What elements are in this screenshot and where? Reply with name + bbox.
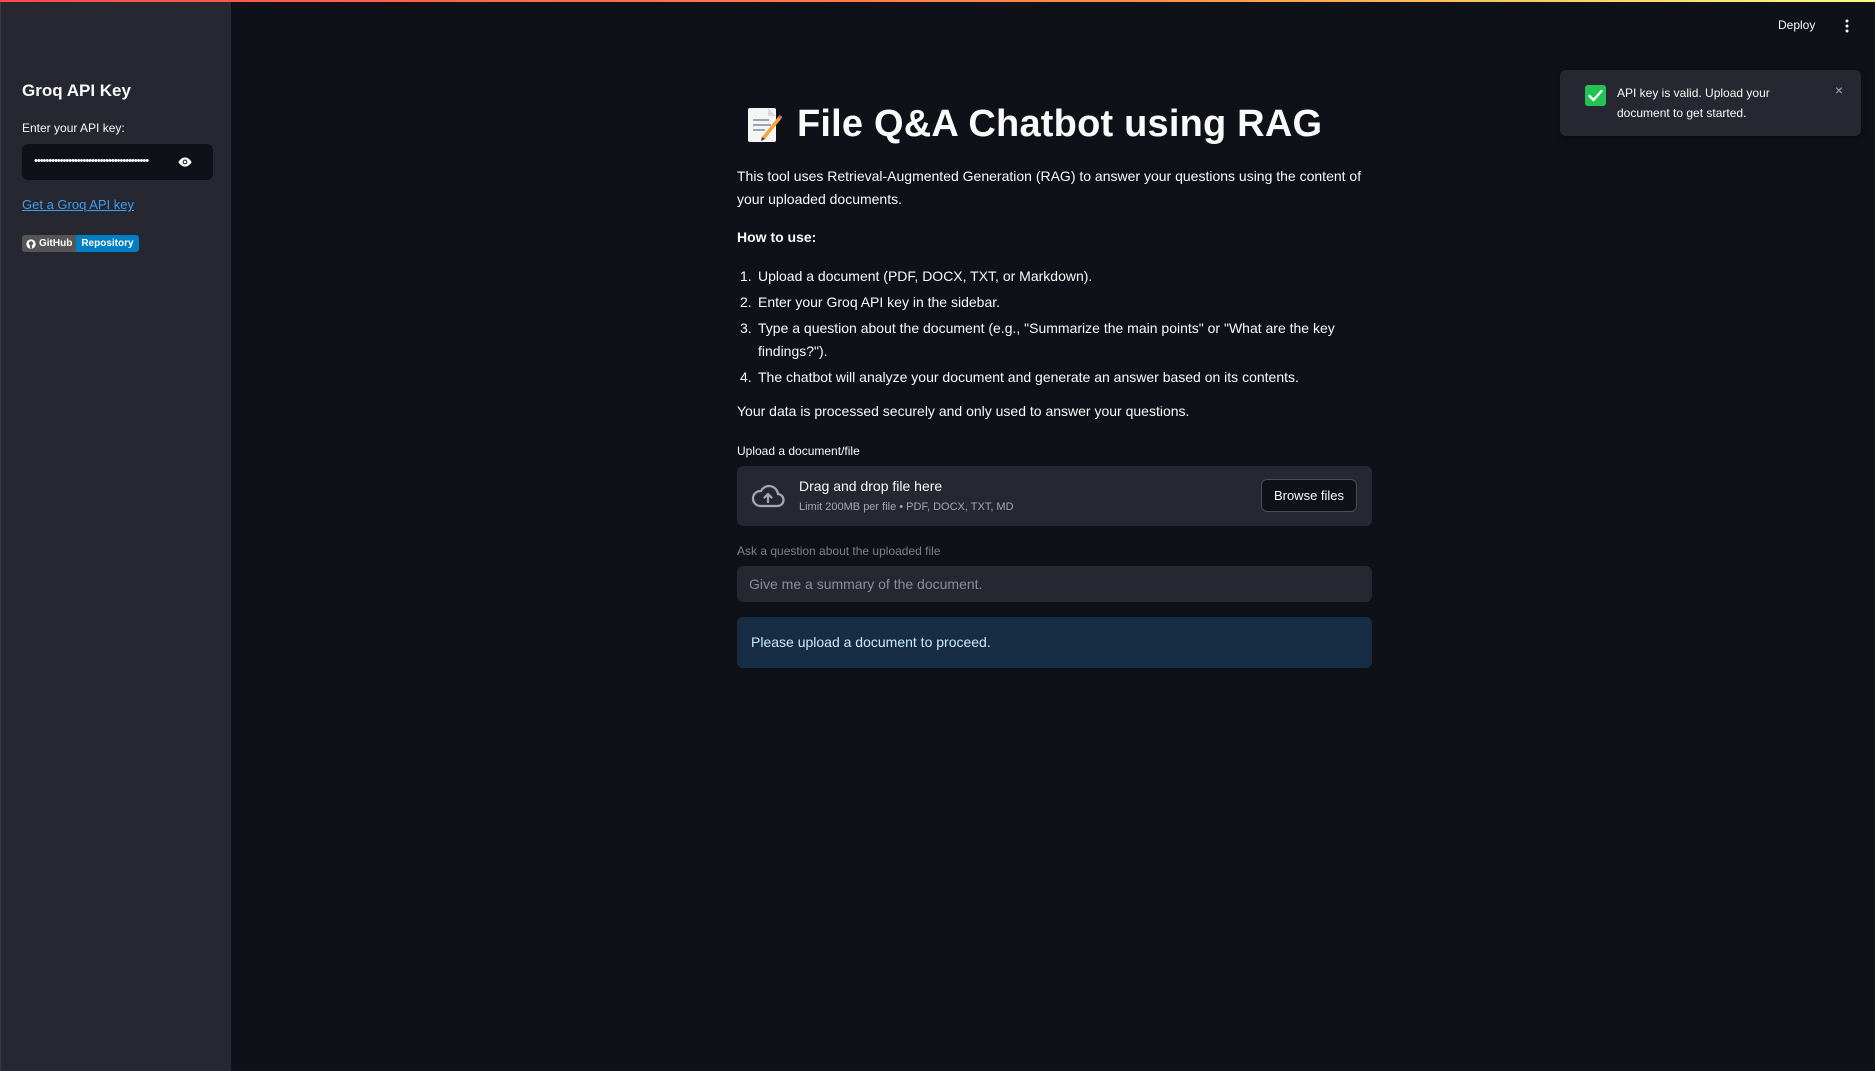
dropzone-title: Drag and drop file here: [799, 478, 943, 494]
api-key-value[interactable]: ••••••••••••••••••••••••••••••••••••••••: [34, 155, 180, 167]
list-item: 3. Type a question about the document (e…: [737, 317, 1357, 363]
success-toast: API key is valid. Upload your document t…: [1560, 70, 1861, 136]
github-repository-badge[interactable]: GitHub Repository: [22, 235, 139, 252]
info-alert: Please upload a document to proceed.: [737, 617, 1372, 668]
info-message: Please upload a document to proceed.: [751, 634, 991, 650]
page-title-row: File Q&A Chatbot using RAG: [745, 103, 1322, 146]
github-icon: [26, 238, 36, 249]
eye-icon[interactable]: [177, 154, 193, 170]
memo-icon: [748, 107, 783, 142]
list-number: 3.: [740, 320, 752, 336]
steps-list: 1. Upload a document (PDF, DOCX, TXT, or…: [737, 265, 1357, 392]
dropzone-subtitle: Limit 200MB per file • PDF, DOCX, TXT, M…: [799, 501, 1014, 513]
top-accent-bar: [0, 0, 1875, 2]
sidebar: Groq API Key Enter your API key: •••••••…: [0, 0, 231, 1071]
api-key-input[interactable]: ••••••••••••••••••••••••••••••••••••••••: [22, 144, 213, 180]
cloud-upload-icon: [751, 484, 785, 508]
badge-left-text: GitHub: [39, 238, 73, 249]
list-item-text: The chatbot will analyze your document a…: [758, 369, 1299, 385]
list-item: 4. The chatbot will analyze your documen…: [737, 366, 1357, 389]
browse-files-button[interactable]: Browse files: [1261, 479, 1357, 512]
list-item-text: Upload a document (PDF, DOCX, TXT, or Ma…: [758, 268, 1093, 284]
list-item-text: Enter your Groq API key in the sidebar.: [758, 294, 1001, 310]
upload-label: Upload a document/file: [737, 444, 860, 458]
list-number: 2.: [740, 294, 752, 310]
more-vertical-icon[interactable]: [1841, 18, 1853, 34]
checkmark-icon: [1585, 85, 1606, 106]
how-to-heading: How to use:: [737, 229, 817, 245]
api-key-label: Enter your API key:: [22, 121, 125, 135]
file-dropzone[interactable]: Drag and drop file here Limit 200MB per …: [737, 466, 1372, 526]
question-input[interactable]: [737, 566, 1372, 602]
badge-right-text: Repository: [81, 238, 134, 249]
list-item: 1. Upload a document (PDF, DOCX, TXT, or…: [737, 265, 1357, 288]
list-number: 1.: [740, 268, 752, 284]
question-label: Ask a question about the uploaded file: [737, 544, 941, 558]
list-number: 4.: [740, 369, 752, 385]
list-item: 2. Enter your Groq API key in the sideba…: [737, 291, 1357, 314]
deploy-button[interactable]: Deploy: [1778, 18, 1815, 32]
privacy-note: Your data is processed securely and only…: [737, 403, 1190, 419]
get-groq-api-key-link[interactable]: Get a Groq API key: [22, 197, 134, 212]
toast-message: API key is valid. Upload your document t…: [1617, 86, 1770, 120]
sidebar-title: Groq API Key: [22, 81, 131, 100]
list-item-text: Type a question about the document (e.g.…: [758, 320, 1335, 359]
page-title: File Q&A Chatbot using RAG: [797, 103, 1323, 145]
close-icon[interactable]: ×: [1832, 83, 1846, 97]
description-text: This tool uses Retrieval-Augmented Gener…: [737, 168, 1362, 207]
